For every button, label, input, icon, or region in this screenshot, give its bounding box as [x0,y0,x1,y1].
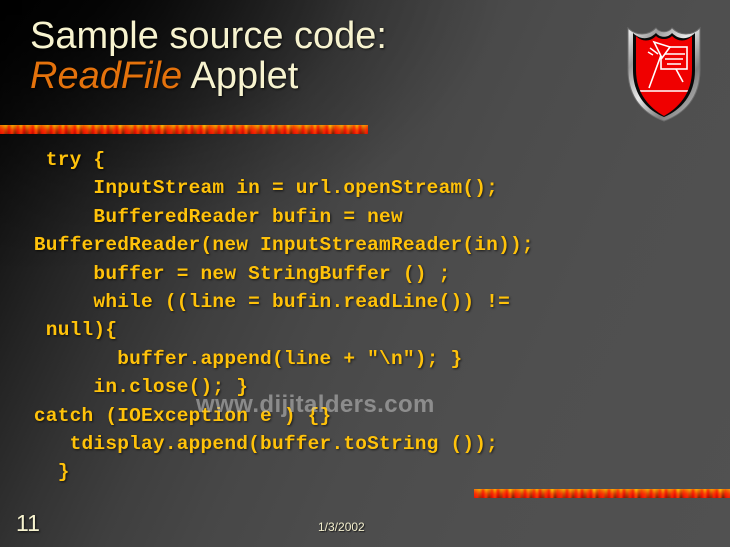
title-line-2-rest: Applet [182,55,299,98]
code-line: in.close(); } [22,376,249,399]
title-line-1: Sample source code: [30,15,387,57]
title-emphasis: ReadFile [30,55,183,98]
corner-accent-block [0,0,22,15]
code-line: buffer = new StringBuffer () ; [22,262,451,285]
decorative-bar-bottom [474,489,730,498]
code-line: while ((line = bufin.readLine()) != [22,290,510,313]
code-line: tdisplay.append(buffer.toString ()); [22,432,499,455]
code-line: catch (IOException e ) {} [22,404,332,427]
shield-logo [620,14,708,122]
code-line: BufferedReader(new InputStreamReader(in)… [22,234,534,257]
code-line: buffer.append(line + "\n"); } [22,347,463,370]
presentation-slide: Sample source code: ReadFile Applet try … [0,0,730,547]
slide-date: 1/3/2002 [318,520,365,534]
code-line: BufferedReader bufin = new [22,205,403,228]
code-line: } [22,461,70,484]
code-line: try { [22,149,106,171]
code-line: null){ [22,319,118,342]
decorative-bar-top [0,125,368,134]
code-line: InputStream in = url.openStream(); [22,177,499,200]
slide-number: 11 [16,510,40,536]
code-listing: try { InputStream in = url.openStream();… [22,146,712,487]
slide-title: Sample source code: ReadFile Applet [30,16,590,97]
title-line-2: ReadFile Applet [30,56,590,96]
